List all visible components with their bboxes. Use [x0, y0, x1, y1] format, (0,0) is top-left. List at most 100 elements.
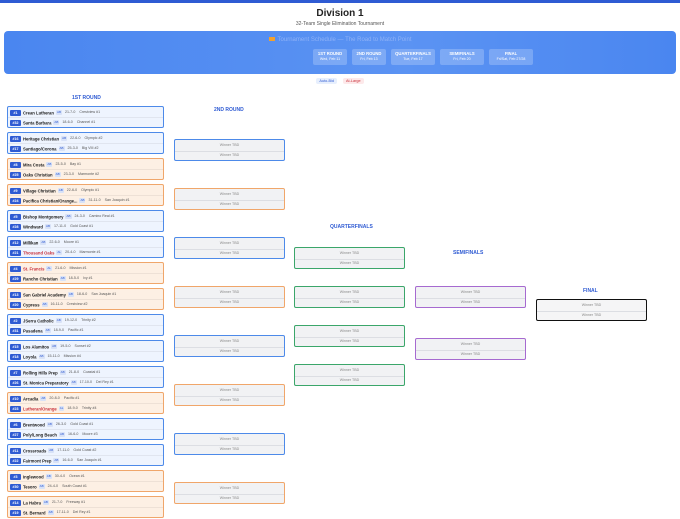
slot-divider	[175, 199, 284, 201]
team-row[interactable]: #12 Millikan AB 22-6-0 Moore #1	[10, 238, 162, 247]
second-round-slot[interactable]: Winner TBD Winner TBD	[174, 433, 285, 455]
team-row[interactable]: #28 Windward AB 17-11-0 Gold Coast #1	[10, 222, 162, 231]
team-row[interactable]: #5 Bishop Montgomery AB 24-3-0 Camino Real #…	[10, 212, 162, 221]
schedule-banner: Tournament Schedule — The Road to Match …	[4, 31, 676, 74]
team-row[interactable]: #4 St. Francis AL 21-6-0 Mission #1	[10, 264, 162, 273]
matchup-card[interactable]: #15 Los Alamitos AB 19-5-0 Sunset #2 #18 Loyol…	[7, 340, 164, 362]
bid-type-badge: AB	[67, 292, 74, 298]
team-row[interactable]: #9 Village Christian AB 22-6-0 Olympic #1	[10, 186, 162, 195]
second-round-slot[interactable]: Winner TBD Winner TBD	[174, 139, 285, 161]
matchup-card[interactable]: #6 Brentwood AB 26-3-0 Gold Coast #1 #27 Poly/…	[7, 418, 164, 440]
final-slot[interactable]: Winner TBD Winner TBD	[536, 299, 647, 321]
round-date: Fri, Feb 13	[360, 57, 378, 61]
team-row[interactable]: #31 Pasadena AB 18-9-0 Pacific #1	[10, 326, 162, 335]
team-row[interactable]: #25 Oaks Christian AB 23-3-0 Marmonte #2	[10, 170, 162, 179]
team-record: 21-6-0	[55, 266, 66, 271]
round-chip-semifinals[interactable]: SEMIFINALS Fri, Feb 20	[440, 49, 484, 65]
bid-type-badge: AB	[47, 510, 54, 516]
team-row[interactable]: #29 Rancho Christian AB 18-5-0 Ivy #1	[10, 274, 162, 283]
second-round-slot[interactable]: Winner TBD Winner TBD	[174, 188, 285, 210]
round-chip-2nd[interactable]: 2ND ROUND Fri, Feb 13	[352, 49, 386, 65]
team-row[interactable]: #8 Mira Costa AB 23-5-0 Bay #1	[10, 160, 162, 169]
matchup-card[interactable]: #2 JSerra Catholic AB 19-12-0 Trinity #2 #31 P…	[7, 314, 164, 336]
quarterfinal-slot[interactable]: Winner TBD Winner TBD	[294, 325, 405, 347]
team-row[interactable]: #26 St. Monica Preparatory AB 17-10-0 Del Re…	[10, 378, 162, 387]
team-row[interactable]: #17 Santiago/Corona AB 25-3-0 Big VIII #2	[10, 144, 162, 153]
seed-badge: #27	[10, 431, 21, 438]
team-row[interactable]: #13 San Gabriel Academy AB 18-6-0 San Joaqui…	[10, 290, 162, 299]
second-round-slot[interactable]: Winner TBD Winner TBD	[174, 384, 285, 406]
second-round-slot[interactable]: Winner TBD Winner TBD	[174, 335, 285, 357]
team-league-finish: Marmonte #1	[79, 250, 101, 255]
quarterfinal-slot[interactable]: Winner TBD Winner TBD	[294, 286, 405, 308]
team-record: 30-4-0	[54, 474, 66, 479]
team-record: 18-6-0	[62, 120, 73, 125]
team-row[interactable]: #18 Loyola AB 15-11-0 Mission #4	[10, 352, 162, 361]
team-row[interactable]: #15 Los Alamitos AB 19-5-0 Sunset #2	[10, 342, 162, 351]
team-row[interactable]: #6 Brentwood AB 26-3-0 Gold Coast #1	[10, 420, 162, 429]
team-row[interactable]: #3 Inglewood AB 30-4-0 Ocean #1	[10, 472, 162, 481]
quarterfinal-slot[interactable]: Winner TBD Winner TBD	[294, 247, 405, 269]
matchup-card[interactable]: #9 Village Christian AB 22-6-0 Olympic #1 #24…	[7, 184, 164, 206]
seed-badge: #8	[10, 161, 21, 168]
team-record: 21-8-0	[68, 370, 80, 375]
team-row[interactable]: #30 Tesoro AB 24-4-0 South Coast #1	[10, 482, 162, 491]
seed-badge: #17	[10, 145, 21, 152]
team-league-finish: Mission #1	[69, 266, 87, 271]
round-chip-quarterfinals[interactable]: QUARTERFINALS Tue, Feb 17	[391, 49, 435, 65]
team-record: 22-6-0	[66, 188, 78, 193]
round-chip-1st[interactable]: 1ST ROUND Wed, Feb 11	[313, 49, 347, 65]
matchup-card[interactable]: #7 Rolling Hills Prep AB 21-8-0 Coastal #1 #2…	[7, 366, 164, 388]
quarterfinal-slot[interactable]: Winner TBD Winner TBD	[294, 364, 405, 386]
matchup-card[interactable]: #3 Inglewood AB 30-4-0 Ocean #1 #30 Tesoro AB 24…	[7, 470, 164, 492]
matchup-card[interactable]: #11 Crossroads AB 17-11-0 Gold Coast #2 #22 Fa…	[7, 444, 164, 466]
team-row[interactable]: #23 Lutheran/Orange AL 18-9-0 Trinity #4	[10, 404, 162, 413]
team-row[interactable]: #22 Fairmont Prep AB 16-6-0 San Joaquin #1	[10, 456, 162, 465]
team-row[interactable]: #2 JSerra Catholic AB 19-12-0 Trinity #2	[10, 316, 162, 325]
semifinal-slot[interactable]: Winner TBD Winner TBD	[415, 286, 526, 308]
team-row[interactable]: #27 Poly/Long Beach AB 16-6-0 Moore #3	[10, 430, 162, 439]
matchup-card[interactable]: #13 San Gabriel Academy AB 18-6-0 San Joaqui…	[7, 288, 164, 310]
team-name: Millikan	[23, 240, 39, 246]
team-row[interactable]: #14 La Habra AB 21-7-0 Freeway #1	[10, 498, 162, 507]
slot-divider	[295, 258, 404, 260]
team-name: JSerra Catholic	[23, 318, 54, 324]
matchup-card[interactable]: #5 Bishop Montgomery AB 24-3-0 Camino Real #…	[7, 210, 164, 232]
team-row[interactable]: #19 St. Bernard AB 17-11-0 Del Rey #1	[10, 508, 162, 517]
round-chip-final[interactable]: FINAL Fri/Sat, Feb 27/28	[489, 49, 533, 65]
team-record: 22-6-0	[70, 136, 81, 141]
second-round-slot[interactable]: Winner TBD Winner TBD	[174, 482, 285, 504]
second-round-slot[interactable]: Winner TBD Winner TBD	[174, 237, 285, 259]
team-league-finish: Moore #1	[63, 240, 79, 245]
bid-type-badge: AB	[38, 354, 45, 360]
team-league-finish: Pacific #1	[67, 328, 84, 333]
matchup-card[interactable]: #1 Crean Lutheran AB 21-7-0 Crestview #1 #32 S…	[7, 106, 164, 128]
matchup-card[interactable]: #10 Arcadia AB 20-8-0 Pacific #1 #23 Lutheran/…	[7, 392, 164, 414]
team-row[interactable]: #24 Pacifica Christian/Orange... AB 31-11-0…	[10, 196, 162, 205]
team-row[interactable]: #32 Santa Barbara AB 18-6-0 Channel #1	[10, 118, 162, 127]
matchup-card[interactable]: #16 Heritage Christian AB 22-6-0 Olympic #2 #…	[7, 132, 164, 154]
team-row[interactable]: #16 Heritage Christian AB 22-6-0 Olympic #2	[10, 134, 162, 143]
matchup-card[interactable]: #4 St. Francis AL 21-6-0 Mission #1 #29 Rancho…	[7, 262, 164, 284]
page-subtitle: 32-Team Single Elimination Tournament	[295, 21, 385, 27]
team-record: 20-8-0	[49, 396, 60, 401]
team-row[interactable]: #10 Arcadia AB 20-8-0 Pacific #1	[10, 394, 162, 403]
team-row[interactable]: #7 Rolling Hills Prep AB 21-8-0 Coastal #1	[10, 368, 162, 377]
bid-type-badge: AB	[46, 422, 53, 428]
team-row[interactable]: #11 Crossroads AB 17-11-0 Gold Coast #2	[10, 446, 162, 455]
matchup-card[interactable]: #14 La Habra AB 21-7-0 Freeway #1 #19 St. Bern…	[7, 496, 164, 518]
team-row[interactable]: #20 Cypress AB 16-11-0 Crestview #2	[10, 300, 162, 309]
team-name: St. Francis	[23, 266, 45, 272]
winner-placeholder: Winner TBD	[339, 378, 360, 382]
team-name: Cypress	[23, 302, 40, 308]
team-row[interactable]: #21 Thousand Oaks AL 20-4-0 Marmonte #1	[10, 248, 162, 257]
team-name: Los Alamitos	[23, 344, 50, 350]
matchup-card[interactable]: #12 Millikan AB 22-6-0 Moore #1 #21 Thousand O…	[7, 236, 164, 258]
team-record: 21-7-0	[64, 110, 76, 115]
matchup-card[interactable]: #8 Mira Costa AB 23-5-0 Bay #1 #25 Oaks Christ…	[7, 158, 164, 180]
semifinal-slot[interactable]: Winner TBD Winner TBD	[415, 338, 526, 360]
winner-placeholder: Winner TBD	[339, 261, 360, 265]
second-round-slot[interactable]: Winner TBD Winner TBD	[174, 286, 285, 308]
team-row[interactable]: #1 Crean Lutheran AB 21-7-0 Crestview #1	[10, 108, 162, 117]
bid-type-badge: AB	[59, 370, 66, 376]
